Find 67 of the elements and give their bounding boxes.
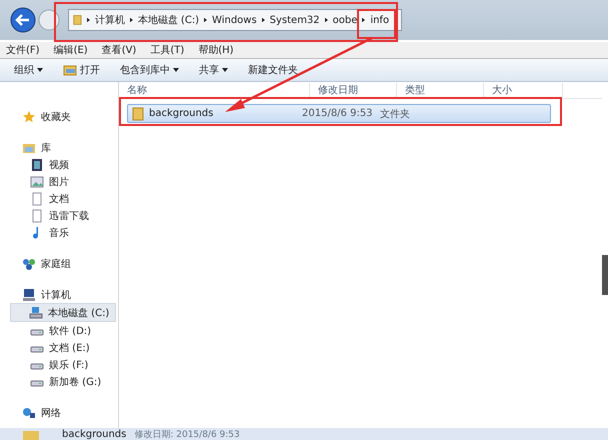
column-header[interactable]: 类型 [397,83,484,98]
sidebar-item[interactable]: 图片 [0,173,118,190]
sidebar-item[interactable]: 库 [0,139,118,156]
status-name: backgrounds [62,430,126,440]
toolbar-button[interactable]: 组织 [10,61,47,79]
file-name: backgrounds [149,108,214,119]
folder-icon [22,430,40,440]
date-cell-text: 2015/8/6 9:53 [301,108,374,119]
picture-icon [30,174,44,188]
chevron-icon[interactable] [130,17,133,23]
caret-icon [173,68,179,72]
caret-icon [37,68,43,72]
sidebar-item[interactable]: 网络 [0,404,118,421]
address-bar[interactable]: 计算机 本地磁盘 (C:) Windows System32 oobe info [68,9,402,31]
system-drive-icon [29,306,43,320]
homegroup-icon [22,256,36,270]
status-detail: 修改日期: 2015/8/6 9:53 [134,431,240,440]
menu-item[interactable]: 编辑(E) [54,43,88,57]
chevron-icon[interactable] [362,17,366,23]
chevron-icon[interactable] [262,17,265,23]
menu-item[interactable]: 文件(F) [6,43,40,57]
sidebar-item[interactable]: 文档 [0,190,118,207]
caret-icon [222,68,228,72]
sidebar-item[interactable]: 迅雷下载 [0,207,118,224]
open-folder-icon [63,64,77,76]
menu-item[interactable]: 查看(V) [102,43,136,57]
toolbar-button[interactable]: 新建文件夹 [244,61,302,79]
toolbar-button[interactable]: 包含到库中 [116,61,183,79]
chevron-icon[interactable] [86,17,90,23]
sidebar-item[interactable]: 音乐 [0,224,118,241]
toolbar-button[interactable]: 打开 [59,61,104,79]
toolbar-button[interactable]: 共享 [195,61,232,79]
column-header[interactable]: 名称 [119,83,310,98]
menu-item[interactable]: 工具(T) [150,43,184,57]
document-icon [30,208,44,222]
chevron-icon[interactable] [204,17,208,23]
scrollbar[interactable] [602,255,608,295]
column-header[interactable]: 修改日期 [310,83,397,98]
document-icon [30,192,44,206]
menu-item[interactable]: 帮助(H) [198,43,234,57]
star-icon [22,110,36,124]
folder-icon [132,106,144,120]
file-row[interactable]: backgrounds 2015/8/6 9:53 文件夹 [127,104,551,123]
sidebar-item[interactable]: 收藏夹 [0,108,118,125]
breadcrumb-item[interactable]: 本地磁盘 (C:) [138,13,200,27]
sidebar-item[interactable]: 家庭组 [0,255,118,272]
breadcrumb-item[interactable]: info [370,14,390,26]
chevron-icon[interactable] [324,17,328,23]
sidebar-item[interactable]: 文档 (E:) [0,339,118,356]
column-header[interactable]: 大小 [484,83,563,98]
computer-icon [22,288,36,302]
sidebar-item[interactable]: 视频 [0,156,118,173]
network-icon [22,406,36,420]
breadcrumb-item[interactable]: System32 [270,14,320,26]
sidebar-item[interactable]: 计算机 [0,286,118,303]
sidebar-item[interactable]: 新加卷 (G:) [0,373,118,390]
back-button[interactable] [10,7,36,33]
breadcrumb-item[interactable]: 计算机 [94,13,125,27]
sidebar-item[interactable]: 本地磁盘 (C:) [10,303,116,322]
breadcrumb-item[interactable]: oobe [332,14,358,26]
forward-button[interactable] [38,9,60,31]
folder-icon [73,13,82,27]
type-cell-text: 文件夹 [379,108,411,120]
breadcrumb-item[interactable]: Windows [212,14,257,26]
sidebar-item[interactable]: 娱乐 (F:) [0,356,118,373]
video-icon [30,158,44,172]
sidebar-item[interactable]: 软件 (D:) [0,322,118,339]
